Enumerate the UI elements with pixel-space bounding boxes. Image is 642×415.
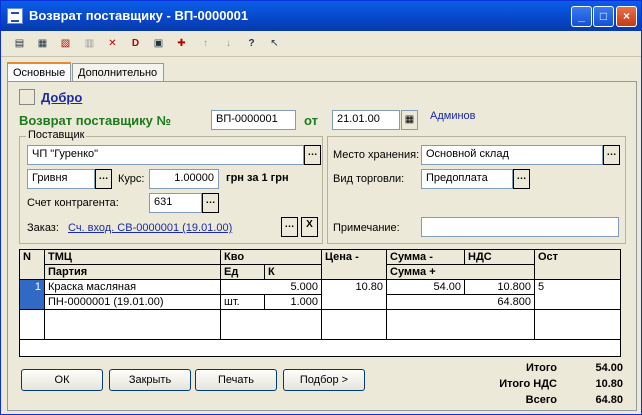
col-header-price[interactable]: Цена -	[322, 250, 387, 280]
delete-doc-icon[interactable]: ▧	[57, 35, 74, 52]
user-name: Админов	[430, 110, 476, 122]
doc-title-label: Возврат поставщику №	[19, 113, 172, 128]
supplier-field[interactable]: ЧП "Гуренко"	[27, 145, 304, 165]
rate-suffix: грн за 1 грн	[226, 172, 289, 184]
dobro-button[interactable]	[19, 89, 35, 105]
col-header-sum-minus[interactable]: Сумма -	[387, 250, 465, 265]
mark-delete-icon[interactable]: ✕	[104, 35, 121, 52]
account-field[interactable]: 631	[149, 193, 202, 213]
print-button[interactable]: Печать	[195, 369, 277, 391]
row-number[interactable]: 1	[20, 280, 45, 310]
close-button[interactable]: ×	[616, 6, 637, 27]
total-value: 64.80	[595, 394, 623, 406]
currency-select-button[interactable]: …	[95, 169, 112, 189]
empty-row-cell[interactable]	[322, 310, 387, 340]
cut-icon[interactable]: ▥	[81, 35, 98, 52]
itogo-value: 54.00	[595, 362, 623, 374]
document-window: Возврат поставщику - ВП-0000001 _ □ × ▤ …	[0, 0, 642, 415]
note-label: Примечание:	[333, 222, 400, 234]
ok-button[interactable]: ОК	[21, 369, 103, 391]
storage-select-button[interactable]: …	[603, 145, 620, 165]
currency-field[interactable]: Гривня	[27, 169, 95, 189]
itogo-nds-value: 10.80	[595, 378, 623, 390]
items-table[interactable]: N ТМЦ Партия Кво Ед К Цена - Сумма - НДС…	[19, 249, 621, 357]
col-header-ost[interactable]: Ост	[535, 250, 620, 280]
supplier-group-title: Поставщик	[26, 129, 87, 141]
unpost-icon[interactable]: D	[127, 35, 144, 52]
help-icon[interactable]: ?	[243, 35, 260, 52]
storage-field[interactable]: Основной склад	[421, 145, 603, 165]
copy-doc-icon[interactable]: ▦	[34, 35, 51, 52]
window-title: Возврат поставщику - ВП-0000001	[29, 8, 249, 23]
tab-main[interactable]: Основные	[7, 62, 71, 83]
whatsthis-icon[interactable]: ↖	[266, 35, 283, 52]
row-party[interactable]: ПН-0000001 (19.01.00)	[45, 295, 221, 310]
note-field[interactable]	[421, 217, 619, 237]
sort-desc-icon[interactable]: ↓	[220, 35, 237, 52]
maximize-button[interactable]: □	[593, 6, 614, 27]
trade-select-button[interactable]: …	[513, 169, 530, 189]
empty-row-cell[interactable]	[387, 310, 535, 340]
doc-number-field[interactable]: ВП-0000001	[211, 110, 296, 130]
supplier-select-button[interactable]: …	[304, 145, 321, 165]
order-label: Заказ:	[27, 222, 59, 234]
row-price[interactable]: 10.80	[322, 280, 387, 310]
empty-row-cell[interactable]	[535, 310, 620, 340]
move-icon[interactable]: ✚	[173, 35, 190, 52]
col-header-tmc[interactable]: ТМЦ	[45, 250, 221, 265]
col-header-n[interactable]: N	[20, 250, 45, 280]
col-header-ed[interactable]: Ед	[221, 265, 265, 280]
total-label: Всего	[525, 394, 557, 406]
app-icon	[7, 8, 23, 24]
itogo-nds-label: Итого НДС	[499, 378, 557, 390]
row-sum-plus[interactable]: 64.800	[387, 295, 535, 310]
select-button[interactable]: Подбор >	[283, 369, 365, 391]
row-ost[interactable]: 5	[535, 280, 620, 310]
empty-row-cell[interactable]	[20, 310, 45, 340]
row-nds[interactable]: 10.800	[465, 280, 535, 295]
empty-row-cell[interactable]	[45, 310, 221, 340]
row-ed[interactable]: шт.	[221, 295, 265, 310]
col-header-nds[interactable]: НДС	[465, 250, 535, 265]
row-sum-minus[interactable]: 54.00	[387, 280, 465, 295]
account-label: Счет контрагента:	[27, 197, 119, 209]
title-bar: Возврат поставщику - ВП-0000001 _ □ ×	[1, 1, 641, 31]
rate-label: Курс:	[118, 173, 145, 185]
tab-additional[interactable]: Дополнительно	[72, 63, 164, 83]
account-select-button[interactable]: …	[202, 193, 219, 213]
trade-label: Вид торговли:	[333, 173, 405, 185]
date-field[interactable]: 21.01.00	[332, 110, 400, 130]
toolbar: ▤ ▦ ▧ ▥ ✕ D ▣ ✚ ↑ ↓ ? ↖	[1, 31, 641, 57]
order-select-button[interactable]: …	[281, 217, 298, 237]
sort-asc-icon[interactable]: ↑	[197, 35, 214, 52]
col-header-kvo[interactable]: Кво	[221, 250, 322, 265]
storage-label: Место хранения:	[333, 149, 420, 161]
minimize-button[interactable]: _	[571, 6, 592, 27]
trade-field[interactable]: Предоплата	[421, 169, 513, 189]
itogo-label: Итого	[525, 362, 557, 374]
dobro-link[interactable]: Добро	[41, 90, 82, 105]
col-header-party[interactable]: Партия	[45, 265, 221, 280]
row-kvo[interactable]: 5.000	[221, 280, 322, 295]
row-tmc[interactable]: Краска масляная	[45, 280, 221, 295]
col-header-k[interactable]: К	[265, 265, 322, 280]
rate-field[interactable]: 1.00000	[149, 169, 219, 189]
row-k[interactable]: 1.000	[265, 295, 322, 310]
close-dialog-button[interactable]: Закрыть	[109, 369, 191, 391]
order-clear-button[interactable]: X	[301, 217, 318, 237]
col-header-sum-plus[interactable]: Сумма +	[387, 265, 535, 280]
calendar-icon[interactable]: ▦	[401, 110, 418, 130]
empty-row-cell[interactable]	[221, 310, 322, 340]
date-from-label: от	[304, 113, 318, 128]
order-link[interactable]: Сч. вход. СВ-0000001 (19.01.00)	[68, 222, 232, 234]
post-icon[interactable]: ▣	[150, 35, 167, 52]
new-doc-icon[interactable]: ▤	[11, 35, 28, 52]
